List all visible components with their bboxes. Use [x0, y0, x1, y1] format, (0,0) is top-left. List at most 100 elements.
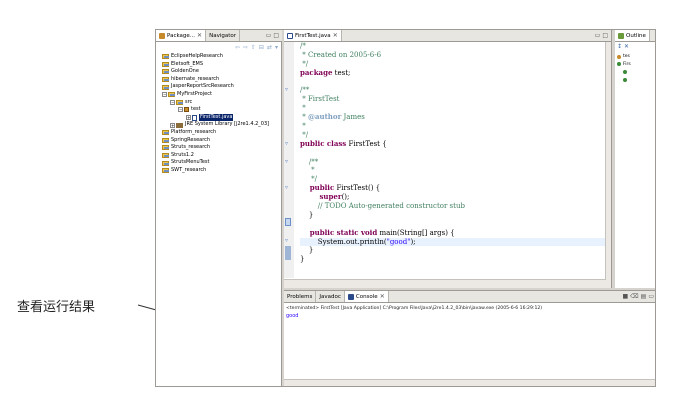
forward-arrow-icon[interactable]: ⇨	[243, 44, 248, 51]
current-line-marker-icon	[285, 246, 291, 260]
console-icon	[347, 293, 354, 300]
expand-icon[interactable]: +	[170, 122, 175, 128]
minimize-icon[interactable]: ▭	[266, 32, 272, 39]
fold-toggle-icon[interactable]: ▿	[285, 237, 288, 244]
back-arrow-icon[interactable]: ⇦	[235, 44, 240, 51]
tab-console[interactable]: Console ✕	[344, 291, 389, 302]
tab-javadoc[interactable]: Javadoc	[316, 291, 345, 302]
code-token: ();	[341, 193, 350, 202]
tree-item[interactable]: + FirstTest.java	[158, 113, 281, 122]
sort-icon[interactable]: ↕	[617, 43, 622, 50]
tree-item[interactable]: Struts1.2	[158, 152, 281, 160]
up-arrow-icon[interactable]: ⇧	[251, 44, 256, 51]
tree-item[interactable]: SWT_research	[158, 167, 281, 175]
project-folder-icon	[162, 153, 169, 159]
tab-problems[interactable]: Problems	[284, 291, 317, 302]
collapse-icon[interactable]: −	[162, 92, 167, 98]
tab-package-explorer[interactable]: Package... ✕	[156, 30, 207, 41]
link-editor-icon[interactable]: ⇄	[267, 44, 272, 51]
display-console-icon[interactable]: ▤	[641, 293, 647, 300]
minimize-icon[interactable]: ▭	[595, 32, 601, 39]
package-icon	[617, 54, 621, 59]
task-marker-icon[interactable]	[285, 218, 291, 226]
fold-toggle-icon[interactable]: ▿	[285, 140, 288, 147]
collapse-all-icon[interactable]: ⊟	[259, 44, 264, 51]
project-folder-icon	[162, 61, 169, 67]
code-token: package	[300, 67, 333, 77]
code-area[interactable]: /* * Created on 2005-6-6 */package test;…	[300, 42, 610, 264]
tree-item-label: Eletsoft_EMS	[171, 60, 204, 67]
fold-toggle-icon[interactable]: ▿	[285, 158, 288, 165]
minimize-icon[interactable]: ▭	[648, 293, 654, 300]
console-status-line: <terminated> FirstTest [Java Application…	[286, 306, 543, 311]
code-line: * @author James	[300, 112, 610, 122]
tree-item[interactable]: Platform_research	[158, 129, 281, 137]
clear-console-icon[interactable]: ⌫	[630, 293, 638, 300]
tree-item[interactable]: − MyFirstProject	[158, 91, 281, 99]
code-token: James	[341, 113, 365, 122]
close-icon[interactable]: ✕	[197, 32, 202, 39]
collapse-icon[interactable]: −	[170, 99, 175, 105]
project-folder-icon	[162, 137, 169, 143]
tree-item[interactable]: hibernate_research	[158, 76, 281, 84]
code-line: System.out.println("good");	[300, 237, 610, 247]
maximize-icon[interactable]: □	[273, 32, 279, 39]
tree-item[interactable]: JasperReportSrcResearch	[158, 83, 281, 91]
tab-firsttest-java[interactable]: FirstTest.java ✕	[284, 30, 342, 41]
code-token: public	[300, 183, 335, 193]
tree-item-label: MyFirstProject	[177, 90, 212, 97]
project-folder-icon	[162, 54, 169, 60]
code-line: public class FirstTest {	[300, 139, 610, 149]
maximize-icon[interactable]: □	[602, 32, 608, 39]
method-icon	[623, 69, 627, 74]
code-line: *	[300, 104, 610, 113]
package-explorer-toolbar: ⇦ ⇨ ⇧ ⊟ ⇄ ▾	[156, 42, 282, 52]
console-output: good	[286, 313, 299, 319]
fold-toggle-icon[interactable]: ▿	[285, 184, 288, 191]
code-line: }	[300, 211, 610, 220]
tree-item[interactable]: StrutsMenuTest	[158, 159, 281, 167]
tab-outline[interactable]: Outline	[615, 30, 650, 41]
close-icon[interactable]: ✕	[380, 293, 385, 300]
package-explorer-tabbar: Package... ✕ Navigator ▭ □	[156, 30, 282, 42]
close-icon[interactable]: ✕	[333, 32, 338, 39]
tree-item[interactable]: + JRE System Library [j2re1.4.2_03]	[158, 121, 281, 129]
view-menu-icon[interactable]: ▾	[275, 44, 278, 51]
project-folder-icon	[162, 145, 169, 151]
tab-navigator[interactable]: Navigator	[206, 30, 240, 41]
hide-fields-icon[interactable]: ✕	[624, 43, 629, 50]
tree-item[interactable]: EclipseHelpResearch	[158, 53, 281, 61]
outline-tabbar: Outline	[615, 30, 655, 42]
code-line: /**	[300, 158, 610, 167]
code-line: // TODO Auto-generated constructor stub	[300, 202, 610, 211]
tree-item[interactable]: Struts_research	[158, 144, 281, 152]
fold-toggle-icon[interactable]: ▿	[285, 86, 288, 93]
jre-library-icon	[176, 122, 183, 128]
collapse-icon[interactable]: −	[178, 107, 183, 113]
outline-item[interactable]: tes	[617, 53, 655, 61]
outline-view: Outline ↕ ✕ tes Firs	[615, 30, 655, 288]
project-folder-icon	[168, 92, 175, 98]
code-line: */	[300, 131, 610, 140]
tree-item[interactable]: − src	[158, 99, 281, 107]
expand-icon[interactable]: +	[186, 115, 191, 121]
tree-item[interactable]: SpringResearch	[158, 137, 281, 145]
outline-item[interactable]	[617, 76, 655, 84]
code-line: *	[300, 122, 610, 131]
editor-vertical-scrollbar[interactable]	[605, 42, 611, 288]
outline-toolbar: ↕ ✕	[617, 43, 629, 50]
console-horizontal-scrollbar[interactable]	[284, 379, 655, 386]
tree-item[interactable]: − test	[158, 106, 281, 114]
code-token: /*	[300, 42, 306, 50]
java-file-icon	[192, 114, 197, 121]
outline-item[interactable]: Firs	[617, 61, 655, 69]
terminate-icon[interactable]: ■	[623, 293, 629, 300]
code-token: */	[300, 130, 309, 139]
code-token: );	[410, 237, 416, 246]
outline-item[interactable]	[617, 68, 655, 76]
tree-item[interactable]: Eletsoft_EMS	[158, 61, 281, 69]
tree-item[interactable]: GoldenOne	[158, 68, 281, 76]
editor-horizontal-scrollbar[interactable]	[284, 279, 606, 288]
code-token: *	[300, 166, 315, 175]
